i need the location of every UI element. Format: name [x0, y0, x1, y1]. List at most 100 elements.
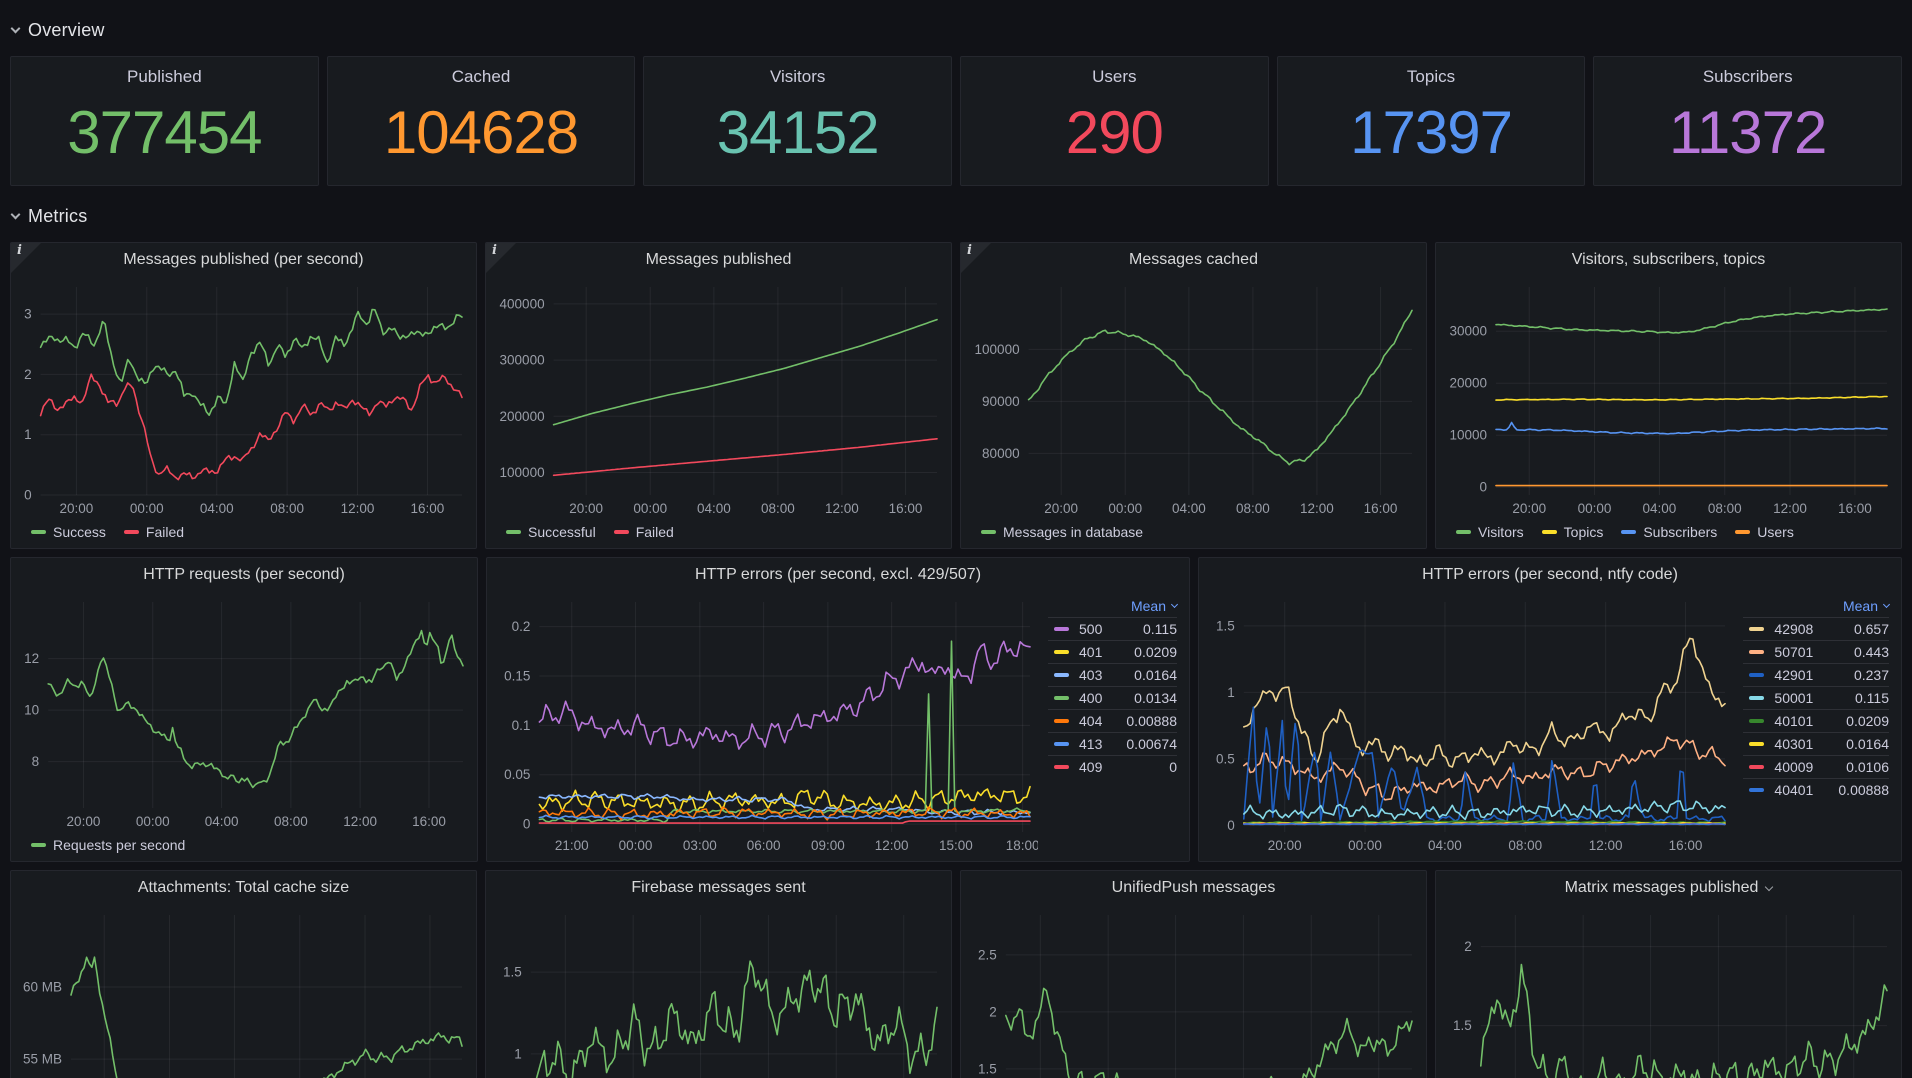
metrics-row-2: HTTP requests (per second) 8101220:0000:… — [10, 557, 1902, 862]
stat-panel-subscribers[interactable]: Subscribers 11372 — [1593, 56, 1902, 186]
legend-table-row[interactable]: 500010.115 — [1743, 686, 1889, 709]
legend-table: Mean429080.657507010.443429010.237500010… — [1733, 592, 1895, 857]
panel-header[interactable]: Messages cached — [961, 243, 1426, 277]
svg-text:2.5: 2.5 — [978, 947, 997, 962]
panel-title: Messages published (per second) — [123, 251, 363, 269]
chevron-down-icon[interactable] — [1765, 882, 1773, 890]
chart-messages-published-rate[interactable]: 012320:0000:0004:0008:0012:0016:00Succes… — [11, 277, 476, 548]
svg-text:2: 2 — [989, 1004, 997, 1019]
chevron-down-icon — [1883, 600, 1890, 607]
legend-table-row[interactable]: 4030.0164 — [1048, 663, 1177, 686]
svg-text:21:00: 21:00 — [555, 838, 589, 853]
legend-item[interactable]: Failed — [614, 524, 674, 540]
panel-header[interactable]: HTTP errors (per second, excl. 429/507) — [487, 558, 1189, 592]
svg-text:08:00: 08:00 — [761, 501, 795, 516]
legend-table-row[interactable]: 400090.0106 — [1743, 755, 1889, 778]
legend-table-row[interactable]: 4010.0209 — [1048, 640, 1177, 663]
svg-text:12:00: 12:00 — [875, 838, 909, 853]
chart-unifiedpush-messages[interactable]: 11.522.5 — [961, 905, 1426, 1078]
stat-value: 11372 — [1669, 79, 1826, 185]
svg-text:00:00: 00:00 — [130, 501, 164, 516]
metrics-row-1: i Messages published (per second) 012320… — [10, 242, 1902, 549]
legend-item[interactable]: Users — [1735, 524, 1794, 540]
stat-panel-published[interactable]: Published 377454 — [10, 56, 319, 186]
panel-header[interactable]: Firebase messages sent — [486, 871, 951, 905]
chart-matrix-messages[interactable]: 11.52 — [1436, 905, 1901, 1078]
legend-table: Mean5000.1154010.02094030.01644000.01344… — [1038, 592, 1183, 857]
svg-text:12: 12 — [24, 651, 39, 666]
stat-panel-cached[interactable]: Cached 104628 — [327, 56, 636, 186]
svg-text:90000: 90000 — [982, 394, 1020, 409]
chart-firebase-messages[interactable]: 0.511.5 — [486, 905, 951, 1078]
section-header-overview[interactable]: Overview — [12, 18, 1900, 42]
svg-text:04:00: 04:00 — [1172, 501, 1206, 516]
legend-table-row[interactable]: 401010.0209 — [1743, 709, 1889, 732]
info-icon[interactable]: i — [961, 243, 991, 273]
chart-attachments-cache-size[interactable]: 55 MB60 MB — [11, 905, 476, 1078]
svg-text:00:00: 00:00 — [1578, 501, 1612, 516]
svg-text:0: 0 — [523, 817, 531, 832]
legend-item[interactable]: Subscribers — [1621, 524, 1717, 540]
chart-http-errors-ntfy[interactable]: 00.511.520:0000:0004:0008:0012:0016:00Me… — [1199, 592, 1901, 861]
svg-text:30000: 30000 — [1449, 324, 1487, 339]
chart-http-requests[interactable]: 8101220:0000:0004:0008:0012:0016:00Reque… — [11, 592, 477, 861]
legend-table-row[interactable]: 404010.00888 — [1743, 778, 1889, 801]
chevron-down-icon — [11, 23, 21, 33]
legend-table-row[interactable]: 429080.657 — [1743, 617, 1889, 640]
panel-messages-cached: i Messages cached 800009000010000020:000… — [960, 242, 1427, 549]
info-icon[interactable]: i — [11, 243, 41, 273]
legend-table-row[interactable]: 4000.0134 — [1048, 686, 1177, 709]
panel-messages-published: i Messages published 1000002000003000004… — [485, 242, 952, 549]
panel-title: HTTP errors (per second, ntfy code) — [1422, 566, 1678, 584]
panel-title: HTTP errors (per second, excl. 429/507) — [695, 566, 981, 584]
panel-header[interactable]: HTTP requests (per second) — [11, 558, 477, 592]
legend-table-row[interactable]: 403010.0164 — [1743, 732, 1889, 755]
stat-value: 34152 — [717, 79, 879, 185]
svg-text:1.5: 1.5 — [503, 965, 522, 980]
stat-panel-users[interactable]: Users 290 — [960, 56, 1269, 186]
legend-table-row[interactable]: 4090 — [1048, 755, 1177, 778]
legend-item[interactable]: Topics — [1542, 524, 1604, 540]
svg-text:80000: 80000 — [982, 446, 1020, 461]
svg-text:0.1: 0.1 — [512, 718, 531, 733]
chart-messages-cached[interactable]: 800009000010000020:0000:0004:0008:0012:0… — [961, 277, 1426, 548]
legend-item[interactable]: Messages in database — [981, 524, 1143, 540]
legend-item[interactable]: Visitors — [1456, 524, 1524, 540]
legend-item[interactable]: Successful — [506, 524, 596, 540]
panel-header[interactable]: UnifiedPush messages — [961, 871, 1426, 905]
legend-table-row[interactable]: 5000.115 — [1048, 617, 1177, 640]
panel-header[interactable]: Matrix messages published — [1436, 871, 1901, 905]
legend-table-row[interactable]: 507010.443 — [1743, 640, 1889, 663]
chart-http-errors-excl[interactable]: 00.050.10.150.221:0000:0003:0006:0009:00… — [487, 592, 1189, 861]
svg-text:1.5: 1.5 — [978, 1061, 997, 1076]
panel-header[interactable]: Messages published (per second) — [11, 243, 476, 277]
panel-title: UnifiedPush messages — [1112, 879, 1276, 897]
legend-mean-sort[interactable]: Mean — [1743, 594, 1889, 617]
panel-header[interactable]: HTTP errors (per second, ntfy code) — [1199, 558, 1901, 592]
legend-item[interactable]: Success — [31, 524, 106, 540]
svg-text:0: 0 — [1227, 818, 1235, 833]
stat-value: 290 — [1066, 79, 1163, 185]
svg-text:16:00: 16:00 — [1364, 501, 1398, 516]
section-header-metrics[interactable]: Metrics — [12, 204, 1900, 228]
panel-title: Visitors, subscribers, topics — [1572, 251, 1766, 269]
info-icon[interactable]: i — [486, 243, 516, 273]
svg-text:12:00: 12:00 — [341, 501, 375, 516]
chart-messages-published[interactable]: 10000020000030000040000020:0000:0004:000… — [486, 277, 951, 548]
legend-item[interactable]: Failed — [124, 524, 184, 540]
panel-header[interactable]: Attachments: Total cache size — [11, 871, 476, 905]
legend-item[interactable]: Requests per second — [31, 837, 185, 853]
stat-panel-topics[interactable]: Topics 17397 — [1277, 56, 1586, 186]
legend-table-row[interactable]: 4130.00674 — [1048, 732, 1177, 755]
panel-header[interactable]: Visitors, subscribers, topics — [1436, 243, 1901, 277]
stat-panel-visitors[interactable]: Visitors 34152 — [643, 56, 952, 186]
panel-unifiedpush-messages: UnifiedPush messages 11.522.5 — [960, 870, 1427, 1078]
svg-text:16:00: 16:00 — [1838, 501, 1872, 516]
legend-mean-sort[interactable]: Mean — [1048, 594, 1177, 617]
section-label: Metrics — [28, 206, 87, 227]
legend-table-row[interactable]: 429010.237 — [1743, 663, 1889, 686]
chart-visitors-subscribers-topics[interactable]: 010000200003000020:0000:0004:0008:0012:0… — [1436, 277, 1901, 548]
panel-header[interactable]: Messages published — [486, 243, 951, 277]
legend-table-row[interactable]: 4040.00888 — [1048, 709, 1177, 732]
svg-text:20:00: 20:00 — [569, 501, 603, 516]
